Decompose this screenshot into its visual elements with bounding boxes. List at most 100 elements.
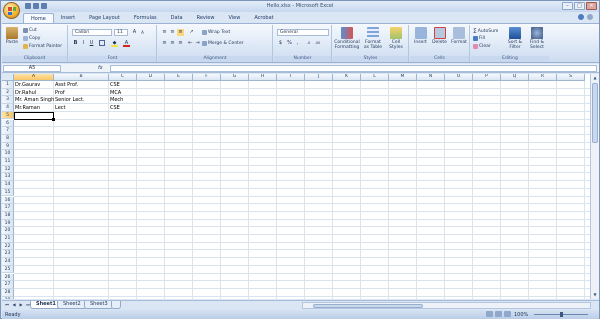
align-bottom-icon[interactable]: ≡ — [177, 29, 184, 36]
row-header-26[interactable]: 26 — [2, 273, 14, 282]
first-sheet-icon[interactable]: ⏮ — [4, 302, 10, 308]
column-header-q[interactable]: Q — [501, 74, 529, 81]
format-as-table-button[interactable]: Format as Table — [362, 27, 384, 50]
formula-input[interactable] — [110, 65, 597, 72]
format-painter-button[interactable]: Format Painter — [23, 44, 62, 49]
font-color-icon[interactable]: A — [123, 40, 130, 47]
italic-button[interactable]: I — [80, 40, 87, 47]
paste-button[interactable]: Paste — [5, 27, 19, 45]
copy-button[interactable]: Copy — [23, 36, 40, 41]
column-header-m[interactable]: M — [389, 74, 417, 81]
row-header-11[interactable]: 11 — [2, 158, 14, 166]
tab-data[interactable]: Data — [164, 13, 190, 23]
row-header-22[interactable]: 22 — [2, 242, 14, 251]
scroll-down-icon[interactable]: ▼ — [592, 292, 598, 298]
vertical-scroll-thumb[interactable] — [592, 83, 598, 143]
close-button[interactable]: ✕ — [586, 2, 597, 10]
tab-home[interactable]: Home — [23, 13, 54, 23]
percent-button[interactable]: % — [286, 40, 293, 47]
fill-button[interactable]: Fill — [473, 36, 485, 41]
sheet-tab-sheet2[interactable]: Sheet2 — [57, 301, 87, 309]
select-all-corner[interactable] — [2, 74, 14, 81]
horizontal-scrollbar[interactable] — [302, 302, 591, 309]
tab-view[interactable]: View — [221, 13, 247, 23]
office-button[interactable] — [3, 2, 20, 19]
tab-insert[interactable]: Insert — [54, 13, 82, 23]
next-sheet-icon[interactable]: ▶ — [18, 302, 24, 308]
row-header-18[interactable]: 18 — [2, 211, 14, 220]
borders-icon[interactable] — [99, 40, 105, 46]
grow-font-icon[interactable]: A — [131, 29, 138, 36]
row-header-7[interactable]: 7 — [2, 127, 14, 135]
currency-button[interactable]: $ — [277, 40, 284, 47]
tab-formulas[interactable]: Formulas — [127, 13, 164, 23]
decrease-indent-icon[interactable]: ⇤ — [187, 40, 194, 47]
underline-button[interactable]: U — [88, 40, 95, 47]
row-header-28[interactable]: 28 — [2, 288, 14, 297]
tab-page-layout[interactable]: Page Layout — [82, 13, 127, 23]
tab-review[interactable]: Review — [190, 13, 222, 23]
column-header-f[interactable]: F — [193, 74, 221, 81]
row-header-6[interactable]: 6 — [2, 119, 14, 128]
increase-decimal-icon[interactable]: .0 — [305, 40, 312, 47]
tab-acrobat[interactable]: Acrobat — [247, 13, 280, 23]
increase-indent-icon[interactable]: ⇥ — [194, 40, 201, 47]
row-header-10[interactable]: 10 — [2, 150, 14, 158]
align-top-icon[interactable]: ≡ — [161, 29, 168, 36]
column-header-c[interactable]: C — [109, 74, 137, 81]
row-header-17[interactable]: 17 — [2, 204, 14, 212]
row-header-24[interactable]: 24 — [2, 258, 14, 266]
row-header-25[interactable]: 25 — [2, 265, 14, 274]
normal-view-icon[interactable] — [486, 311, 493, 317]
merge-center-button[interactable]: Merge & Center — [202, 41, 244, 46]
column-header-e[interactable]: E — [165, 74, 193, 81]
minimize-button[interactable]: – — [562, 2, 573, 10]
row-header-5[interactable]: 5 — [2, 111, 14, 120]
bold-button[interactable]: B — [72, 40, 79, 47]
align-center-icon[interactable]: ≡ — [169, 40, 176, 47]
insert-function-button[interactable]: fx — [98, 65, 103, 71]
scroll-up-icon[interactable]: ▲ — [592, 75, 598, 81]
zoom-level[interactable]: 100% — [514, 312, 528, 318]
column-header-r[interactable]: R — [529, 74, 557, 81]
zoom-slider[interactable] — [534, 312, 588, 317]
row-header-14[interactable]: 14 — [2, 181, 14, 189]
row-header-27[interactable]: 27 — [2, 281, 14, 289]
fill-color-icon[interactable]: ◆ — [111, 40, 118, 47]
row-header-15[interactable]: 15 — [2, 188, 14, 197]
prev-sheet-icon[interactable]: ◀ — [11, 302, 17, 308]
row-header-19[interactable]: 19 — [2, 219, 14, 228]
row-header-3[interactable]: 3 — [2, 96, 14, 105]
row-header-1[interactable]: 1 — [2, 81, 14, 89]
ribbon-minimize-icon[interactable] — [587, 14, 593, 20]
cell-a3[interactable]: Mr. Aman Singh — [14, 96, 54, 104]
align-left-icon[interactable]: ≡ — [161, 40, 168, 47]
format-cells-button[interactable]: Format — [450, 27, 468, 45]
active-cell-cursor[interactable] — [14, 111, 55, 121]
row-header-29[interactable]: 29 — [2, 296, 14, 299]
row-header-21[interactable]: 21 — [2, 235, 14, 243]
cell-c2[interactable]: MCA — [109, 89, 197, 97]
row-header-4[interactable]: 4 — [2, 104, 14, 112]
delete-cells-button[interactable]: Delete — [431, 27, 448, 45]
comma-button[interactable]: , — [294, 40, 301, 47]
shrink-font-icon[interactable]: A — [139, 29, 146, 36]
cell-c4[interactable]: CSE — [109, 104, 197, 112]
column-header-p[interactable]: P — [473, 74, 501, 81]
row-header-12[interactable]: 12 — [2, 165, 14, 174]
zoom-slider-thumb[interactable] — [560, 312, 563, 317]
column-header-a[interactable]: A — [14, 74, 54, 81]
find-select-button[interactable]: Find & Select — [527, 27, 547, 50]
column-header-g[interactable]: G — [221, 74, 249, 81]
font-name-combo[interactable]: Calibri — [72, 29, 112, 36]
row-header-8[interactable]: 8 — [2, 134, 14, 143]
number-format-combo[interactable]: General — [277, 29, 329, 36]
column-header-i[interactable]: I — [277, 74, 305, 81]
sheet-tab-sheet3[interactable]: Sheet3 — [84, 301, 114, 309]
help-icon[interactable] — [578, 14, 584, 20]
column-header-k[interactable]: K — [333, 74, 361, 81]
font-size-combo[interactable]: 11 — [114, 29, 128, 36]
row-header-9[interactable]: 9 — [2, 142, 14, 151]
cell-c1[interactable]: CSE — [109, 81, 197, 89]
clear-button[interactable]: Clear — [473, 44, 491, 49]
